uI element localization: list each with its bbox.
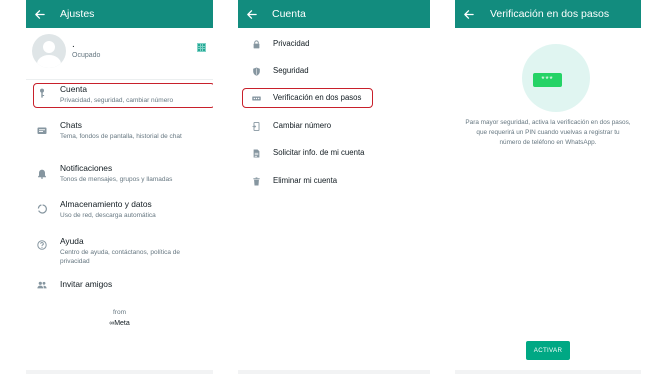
verification-description: Para mayor seguridad, activa la verifica… [465, 119, 631, 146]
settings-item-title: Almacenamiento y datos [60, 199, 152, 209]
from-label: from [113, 309, 126, 316]
profile-name: . [72, 39, 75, 50]
settings-item-title: Ayuda [60, 236, 84, 246]
highlight-box-cuenta [33, 83, 213, 108]
account-item-privacidad[interactable]: Privacidad [238, 38, 430, 52]
meta-footer: from ∞Meta [26, 309, 213, 327]
account-item-label: Seguridad [273, 66, 309, 75]
shield-icon [251, 66, 261, 76]
trash-icon [251, 176, 261, 186]
account-item-label: Eliminar mi cuenta [273, 176, 338, 185]
settings-item-subtitle: Centro de ayuda, contáctanos, política d… [60, 249, 180, 265]
avatar[interactable] [32, 34, 66, 68]
settings-screen: Ajustes . Ocupado Cuenta Privacidad, seg… [26, 0, 213, 374]
account-screen: Cuenta Privacidad Seguridad Verificación… [238, 0, 430, 374]
page-title: Verificación en dos pasos [490, 8, 610, 20]
account-item-seguridad[interactable]: Seguridad [238, 65, 430, 79]
two-step-verification-screen: Verificación en dos pasos *** Para mayor… [455, 0, 641, 374]
bell-icon [36, 168, 48, 180]
profile-divider [26, 79, 213, 80]
pin-dots: *** [533, 73, 562, 87]
pin-illustration: *** [522, 44, 590, 112]
chat-icon [36, 125, 48, 137]
settings-item-title: Chats [60, 120, 82, 130]
lock-icon [251, 39, 261, 49]
profile-row[interactable]: . Ocupado [26, 33, 213, 77]
document-icon [251, 148, 261, 158]
phone-swap-icon [251, 121, 261, 131]
account-item-eliminar-cuenta[interactable]: Eliminar mi cuenta [238, 175, 430, 189]
profile-status: Ocupado [72, 52, 101, 59]
bottom-strip [26, 370, 213, 374]
account-item-cambiar-numero[interactable]: Cambiar número [238, 120, 430, 134]
account-app-bar: Cuenta [238, 0, 430, 28]
settings-item-notificaciones[interactable]: Notificaciones Tonos de mensajes, grupos… [26, 163, 213, 187]
settings-item-almacenamiento[interactable]: Almacenamiento y datos Uso de red, desca… [26, 199, 213, 223]
back-arrow-icon[interactable] [238, 0, 264, 28]
settings-app-bar: Ajustes [26, 0, 213, 28]
settings-item-chats[interactable]: Chats Tema, fondos de pantalla, historia… [26, 120, 213, 154]
settings-item-subtitle: Tema, fondos de pantalla, historial de c… [60, 133, 182, 140]
meta-logo: ∞Meta [109, 320, 130, 327]
activate-button[interactable]: ACTIVAR [526, 341, 570, 360]
account-item-solicitar-info[interactable]: Solicitar info. de mi cuenta [238, 147, 430, 161]
highlight-box-verificacion [242, 88, 373, 108]
back-arrow-icon[interactable] [455, 0, 481, 28]
data-usage-icon [36, 203, 48, 215]
back-arrow-icon[interactable] [26, 0, 52, 28]
bottom-strip [455, 370, 641, 374]
verification-app-bar: Verificación en dos pasos [455, 0, 641, 28]
settings-item-ayuda[interactable]: Ayuda Centro de ayuda, contáctanos, polí… [26, 236, 213, 270]
page-title: Ajustes [60, 8, 95, 20]
people-icon [36, 279, 48, 291]
settings-item-subtitle: Uso de red, descarga automática [60, 212, 156, 219]
account-item-label: Cambiar número [273, 121, 332, 130]
settings-item-title: Invitar amigos [60, 279, 113, 289]
page-title: Cuenta [272, 8, 306, 20]
bottom-strip [238, 370, 430, 374]
help-icon [36, 239, 48, 251]
account-item-label: Privacidad [273, 39, 310, 48]
settings-item-title: Notificaciones [60, 163, 113, 173]
settings-item-invitar-amigos[interactable]: Invitar amigos [26, 279, 213, 293]
account-item-label: Solicitar info. de mi cuenta [273, 148, 365, 157]
settings-item-subtitle: Tonos de mensajes, grupos y llamadas [60, 176, 173, 183]
qr-code-icon[interactable] [197, 43, 206, 52]
